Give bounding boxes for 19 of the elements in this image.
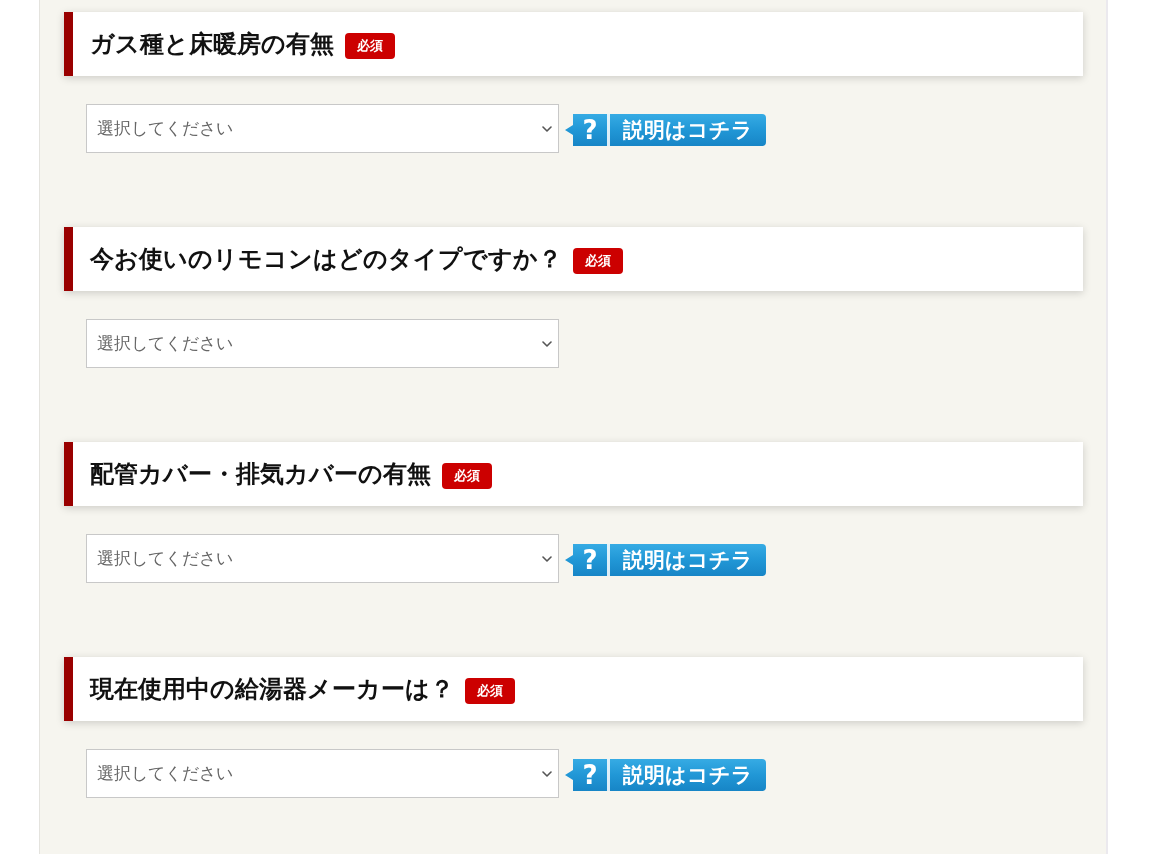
required-badge: 必須	[573, 247, 623, 274]
section-title: 配管カバー・排気カバーの有無	[90, 459, 431, 489]
help-button[interactable]: ? 説明はコチラ	[565, 544, 766, 576]
chevron-down-icon	[542, 125, 552, 132]
chevron-down-icon	[542, 340, 552, 347]
chevron-down-icon	[542, 770, 552, 777]
section-title: 現在使用中の給湯器メーカーは？	[90, 674, 454, 704]
required-badge: 必須	[465, 677, 515, 704]
select-field[interactable]: 選択してください	[86, 319, 559, 368]
select-field[interactable]: 選択してください	[86, 749, 559, 798]
help-button[interactable]: ? 説明はコチラ	[565, 759, 766, 791]
section-title: ガス種と床暖房の有無	[90, 29, 334, 59]
section-title: 今お使いのリモコンはどのタイプですか？	[90, 244, 562, 274]
required-badge: 必須	[442, 462, 492, 489]
required-badge: 必須	[345, 32, 395, 59]
help-button[interactable]: ? 説明はコチラ	[565, 114, 766, 146]
chevron-down-icon	[542, 555, 552, 562]
select-field[interactable]: 選択してください	[86, 104, 559, 153]
select-field[interactable]: 選択してください	[86, 534, 559, 583]
